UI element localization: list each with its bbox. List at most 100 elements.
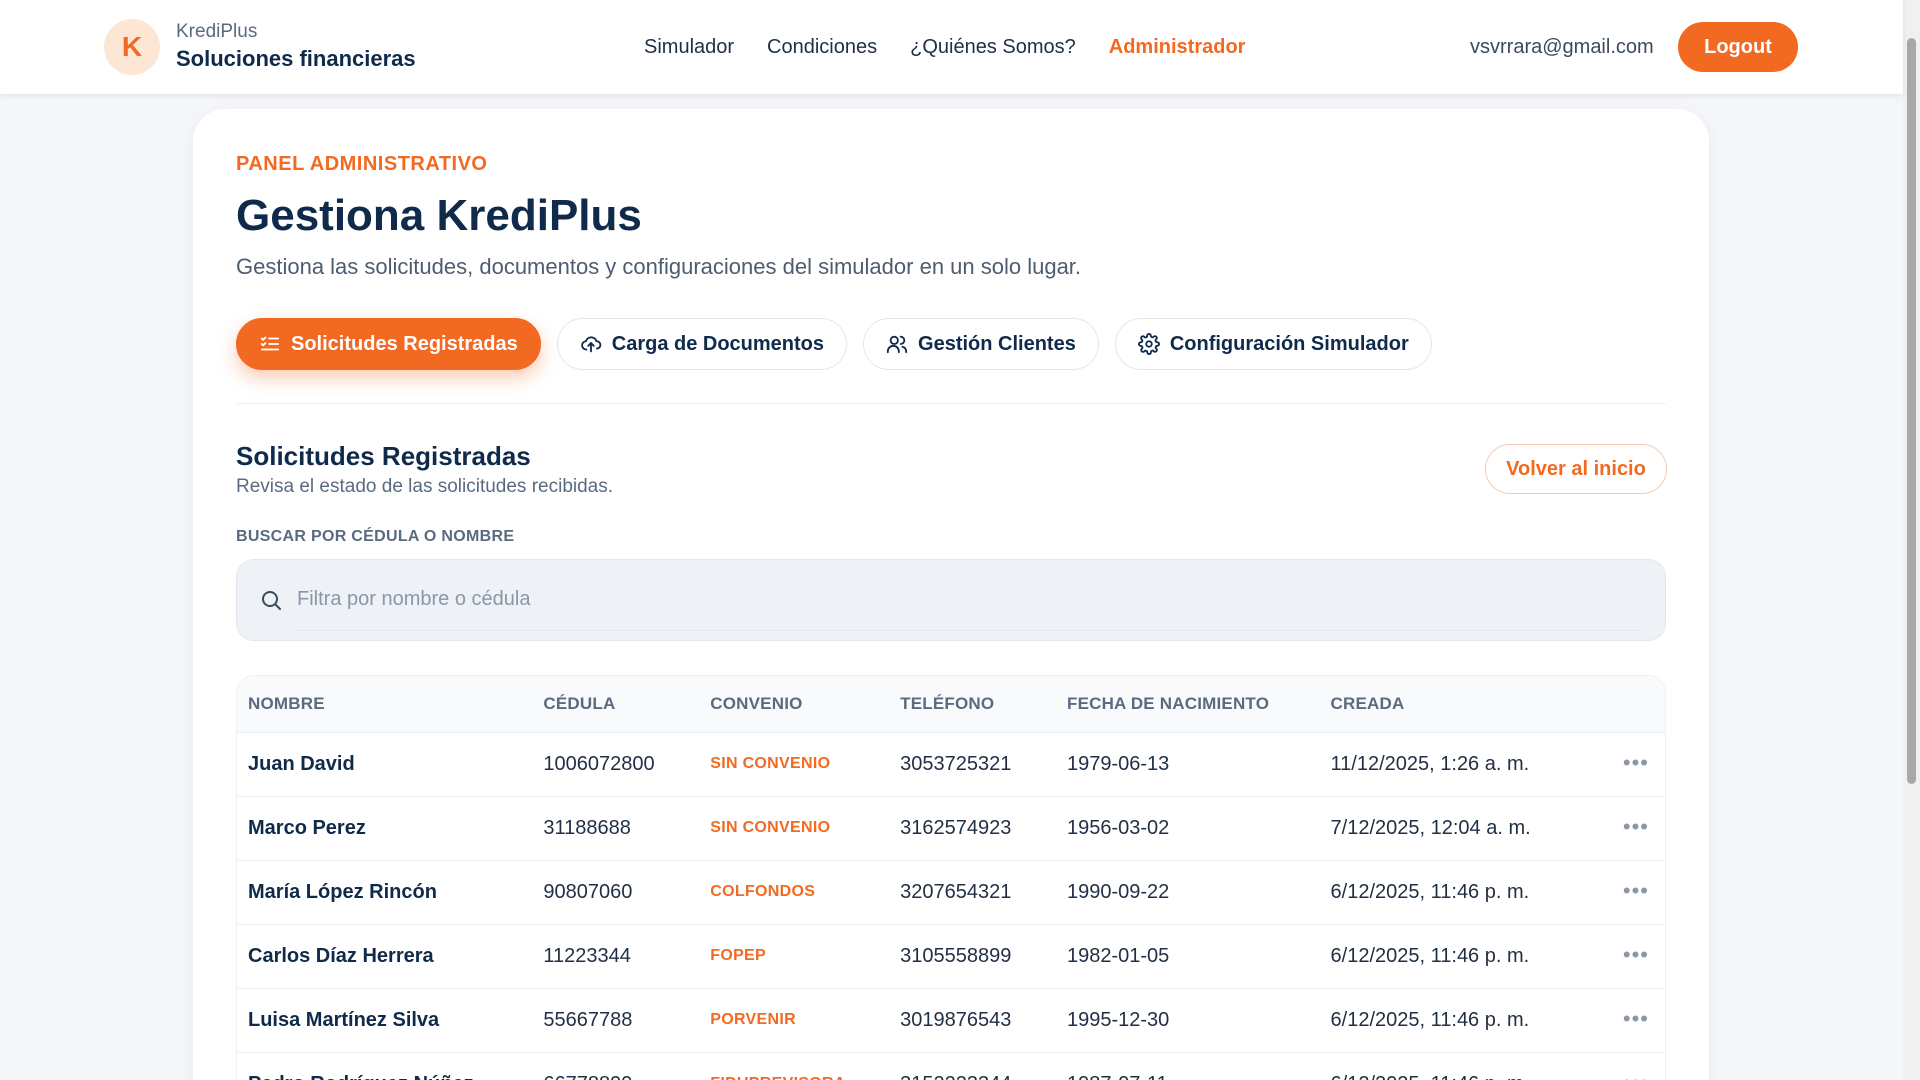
- col-header-telefono[interactable]: TELÉFONO: [889, 676, 1056, 732]
- search-input[interactable]: [297, 569, 1641, 631]
- cell-telefono: 3207654321: [900, 880, 1012, 903]
- brand-name: KrediPlus: [176, 21, 258, 42]
- table-row[interactable]: Carlos Díaz Herrera 11223344 FOPEP 31055…: [237, 924, 1665, 988]
- cell-telefono: 3105558899: [900, 944, 1012, 967]
- more-horizontal-icon[interactable]: •••: [1623, 943, 1649, 965]
- cell-cedula: 55667788: [543, 1008, 633, 1031]
- cell-telefono: 3162574923: [900, 816, 1012, 839]
- cell-telefono: 3019876543: [900, 1008, 1012, 1031]
- tab-configuracion-simulador[interactable]: Configuración Simulador: [1114, 318, 1432, 370]
- table-header-row: NOMBRE CÉDULA CONVENIO TELÉFONO FECHA DE…: [237, 676, 1665, 732]
- cell-creada: 6/12/2025, 11:46 p. m.: [1330, 944, 1530, 967]
- col-header-creada[interactable]: CREADA: [1320, 676, 1590, 732]
- page-scrollbar[interactable]: [1903, 0, 1920, 1080]
- back-home-button[interactable]: Volver al inicio: [1485, 444, 1667, 494]
- cell-nombre: Marco Perez: [248, 816, 366, 839]
- col-header-fecha-nacimiento[interactable]: FECHA DE NACIMIENTO: [1056, 676, 1320, 732]
- logout-button[interactable]: Logout: [1678, 22, 1798, 72]
- page-description: Gestiona las solicitudes, documentos y c…: [236, 254, 1082, 279]
- main-nav: Simulador Condiciones ¿Quiénes Somos? Ad…: [644, 30, 1278, 64]
- brand-subtitle: Soluciones financieras: [176, 46, 416, 71]
- search-box: [236, 559, 1666, 641]
- tab-label: Configuración Simulador: [1169, 332, 1409, 355]
- more-horizontal-icon[interactable]: •••: [1623, 1071, 1649, 1080]
- gear-icon: [1137, 333, 1160, 355]
- more-horizontal-icon[interactable]: •••: [1623, 815, 1649, 837]
- scrollbar-thumb[interactable]: [1907, 38, 1916, 784]
- page-title: Gestiona KrediPlus: [236, 191, 642, 240]
- cell-cedula: 31188688: [543, 816, 631, 839]
- cell-nacimiento: 1987-07-11: [1056, 1052, 1320, 1080]
- cell-nombre: Juan David: [248, 752, 355, 775]
- cell-nacimiento: 1990-09-22: [1066, 880, 1170, 903]
- col-header-cedula[interactable]: CÉDULA: [532, 676, 699, 732]
- brand[interactable]: K KrediPlus Soluciones financieras: [104, 19, 416, 75]
- more-horizontal-icon[interactable]: •••: [1623, 1007, 1649, 1029]
- nav-condiciones[interactable]: Condiciones: [767, 30, 877, 64]
- cell-creada: 6/12/2025, 11:46 p. m.: [1330, 1008, 1530, 1031]
- section-description: Revisa el estado de las solicitudes reci…: [236, 476, 614, 497]
- col-header-convenio[interactable]: CONVENIO: [699, 676, 889, 732]
- tab-carga-documentos[interactable]: Carga de Documentos: [556, 318, 848, 370]
- section-title: Solicitudes Registradas: [236, 441, 531, 471]
- brand-logo: K: [104, 19, 160, 75]
- more-horizontal-icon[interactable]: •••: [1623, 751, 1649, 773]
- cell-cedula: 1006072800: [543, 752, 655, 775]
- cell-nombre: Carlos Díaz Herrera: [248, 944, 434, 967]
- col-header-actions: [1589, 676, 1665, 732]
- cell-convenio: COLFONDOS: [710, 883, 816, 900]
- tab-gestion-clientes[interactable]: Gestión Clientes: [863, 318, 1099, 370]
- cell-actions: •••: [1589, 1052, 1665, 1080]
- cloud-upload-icon: [580, 333, 602, 355]
- table-row[interactable]: María López Rincón 90807060 COLFONDOS 32…: [237, 860, 1665, 924]
- tab-label: Gestión Clientes: [918, 332, 1076, 355]
- tab-solicitudes-registradas[interactable]: Solicitudes Registradas: [236, 318, 541, 370]
- search-icon: [259, 588, 283, 612]
- cell-nacimiento: 1956-03-02: [1066, 816, 1170, 839]
- cell-convenio: SIN CONVENIO: [710, 819, 831, 836]
- cell-convenio: SIN CONVENIO: [710, 755, 831, 772]
- nav-quienes-somos[interactable]: ¿Quiénes Somos?: [910, 30, 1076, 64]
- cell-nacimiento: 1982-01-05: [1066, 944, 1170, 967]
- cell-cedula: 90807060: [543, 880, 633, 903]
- brand-text: KrediPlus Soluciones financieras: [176, 20, 416, 74]
- user-email: vsvrrara@gmail.com: [1470, 36, 1654, 58]
- nav-simulador[interactable]: Simulador: [644, 30, 734, 64]
- cell-actions: •••: [1589, 924, 1665, 988]
- cell-telefono: 3152223344: [889, 1052, 1056, 1080]
- table-row[interactable]: Juan David 1006072800 SIN CONVENIO 30537…: [237, 732, 1665, 796]
- top-navbar: K KrediPlus Soluciones financieras Simul…: [0, 0, 1903, 94]
- cell-actions: •••: [1589, 732, 1665, 796]
- cell-nombre: Luisa Martínez Silva: [248, 1008, 440, 1031]
- cell-cedula: 66778899: [532, 1052, 699, 1080]
- nav-administrador[interactable]: Administrador: [1109, 30, 1246, 64]
- col-header-nombre[interactable]: NOMBRE: [237, 676, 532, 732]
- cell-nacimiento: 1979-06-13: [1066, 752, 1170, 775]
- solicitudes-table: NOMBRE CÉDULA CONVENIO TELÉFONO FECHA DE…: [236, 675, 1666, 1080]
- cell-creada: 11/12/2025, 1:26 a. m.: [1330, 752, 1530, 775]
- table-row[interactable]: Pedro Rodríguez Núñez 66778899 FIDUPREVI…: [237, 1052, 1665, 1080]
- cell-creada: 6/12/2025, 11:46 p. m.: [1330, 880, 1530, 903]
- admin-tabs: Solicitudes Registradas Carga de Documen…: [236, 318, 1448, 370]
- table-row[interactable]: Marco Perez 31188688 SIN CONVENIO 316257…: [237, 796, 1665, 860]
- cell-convenio: FIDUPREVISORA: [699, 1052, 889, 1080]
- cell-creada: 7/12/2025, 12:04 a. m.: [1330, 816, 1531, 839]
- cell-actions: •••: [1589, 860, 1665, 924]
- tab-label: Solicitudes Registradas: [291, 332, 518, 355]
- cell-telefono: 3053725321: [900, 752, 1012, 775]
- panel-eyebrow: PANEL ADMINISTRATIVO: [236, 153, 488, 175]
- list-check-icon: [259, 333, 281, 355]
- admin-panel-card: PANEL ADMINISTRATIVO Gestiona KrediPlus …: [193, 109, 1709, 1080]
- cell-actions: •••: [1589, 796, 1665, 860]
- cell-nombre: Pedro Rodríguez Núñez: [237, 1052, 532, 1080]
- tab-label: Carga de Documentos: [611, 332, 825, 355]
- cell-nacimiento: 1995-12-30: [1066, 1008, 1170, 1031]
- table-row[interactable]: Luisa Martínez Silva 55667788 PORVENIR 3…: [237, 988, 1665, 1052]
- cell-creada: 6/12/2025, 11:46 p. m.: [1320, 1052, 1590, 1080]
- more-horizontal-icon[interactable]: •••: [1623, 879, 1649, 901]
- cell-nombre: María López Rincón: [248, 880, 437, 903]
- section-divider: [236, 403, 1666, 404]
- cell-actions: •••: [1589, 988, 1665, 1052]
- cell-convenio: FOPEP: [710, 947, 766, 964]
- users-icon: [886, 333, 908, 355]
